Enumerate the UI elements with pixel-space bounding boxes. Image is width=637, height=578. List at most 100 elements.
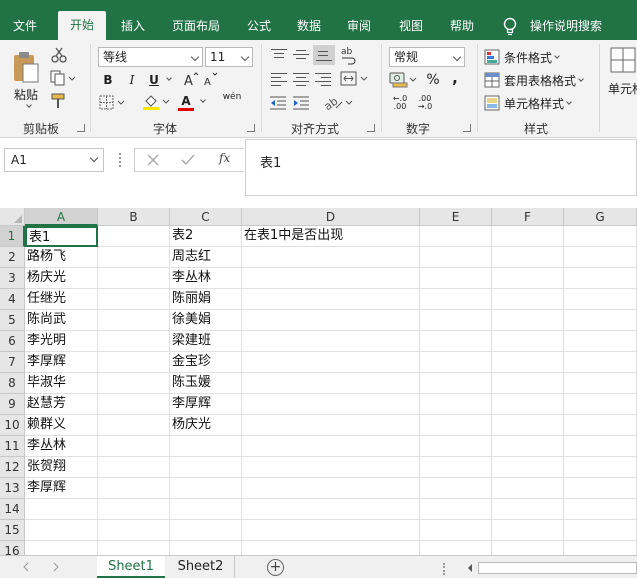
decrease-indent-icon[interactable] [270, 95, 288, 111]
cell-g3[interactable] [564, 268, 637, 289]
row-header-2[interactable]: 2 [0, 247, 25, 268]
cell-b8[interactable] [98, 373, 170, 394]
cell-d2[interactable] [242, 247, 420, 268]
cell-b4[interactable] [98, 289, 170, 310]
number-format-select[interactable]: 常规 [389, 47, 465, 67]
cell-f4[interactable] [492, 289, 564, 310]
font-size-select[interactable]: 11 [205, 47, 253, 67]
align-left-icon[interactable] [271, 72, 287, 86]
cell-a3[interactable]: 杨庆光 [25, 268, 98, 289]
column-header-f[interactable]: F [492, 208, 564, 226]
column-header-c[interactable]: C [170, 208, 242, 226]
increase-indent-icon[interactable] [293, 95, 311, 111]
cell-b12[interactable] [98, 457, 170, 478]
cell-a16[interactable] [25, 541, 98, 555]
tab-split-grip[interactable] [443, 563, 445, 575]
format-as-table-button[interactable]: 套用表格格式 [484, 71, 584, 89]
tab-view[interactable]: 视图 [390, 13, 432, 40]
cell-f5[interactable] [492, 310, 564, 331]
cell-f2[interactable] [492, 247, 564, 268]
cell-b15[interactable] [98, 520, 170, 541]
cell-g2[interactable] [564, 247, 637, 268]
align-middle-icon[interactable] [293, 48, 309, 62]
clipboard-launcher-icon[interactable] [77, 124, 85, 132]
cell-b11[interactable] [98, 436, 170, 457]
cell-c3[interactable]: 李丛林 [170, 268, 242, 289]
comma-button[interactable]: , [448, 69, 462, 87]
formula-bar-grip[interactable] [119, 153, 121, 167]
row-header-12[interactable]: 12 [0, 457, 25, 478]
row-header-8[interactable]: 8 [0, 373, 25, 394]
cell-f7[interactable] [492, 352, 564, 373]
cell-c2[interactable]: 周志红 [170, 247, 242, 268]
hscroll-left-icon[interactable] [464, 562, 476, 574]
cell-d6[interactable] [242, 331, 420, 352]
cell-f10[interactable] [492, 415, 564, 436]
bold-button[interactable]: B [100, 71, 116, 89]
orientation-icon[interactable]: ab [322, 94, 354, 112]
cell-g8[interactable] [564, 373, 637, 394]
horizontal-scrollbar[interactable] [478, 562, 637, 574]
cut-icon[interactable] [50, 47, 68, 63]
row-header-15[interactable]: 15 [0, 520, 25, 541]
cell-b6[interactable] [98, 331, 170, 352]
cell-d5[interactable] [242, 310, 420, 331]
tab-formulas[interactable]: 公式 [238, 13, 280, 40]
cell-e11[interactable] [420, 436, 492, 457]
cell-e7[interactable] [420, 352, 492, 373]
cell-e3[interactable] [420, 268, 492, 289]
underline-dropdown-arrow[interactable] [166, 75, 172, 81]
cell-g6[interactable] [564, 331, 637, 352]
cell-e8[interactable] [420, 373, 492, 394]
cell-c15[interactable] [170, 520, 242, 541]
row-header-3[interactable]: 3 [0, 268, 25, 289]
cell-b14[interactable] [98, 499, 170, 520]
format-painter-icon[interactable] [50, 93, 68, 109]
cell-d15[interactable] [242, 520, 420, 541]
number-launcher-icon[interactable] [463, 124, 471, 132]
tab-file[interactable]: 文件 [0, 13, 50, 40]
cell-d9[interactable] [242, 394, 420, 415]
column-header-e[interactable]: E [420, 208, 492, 226]
cell-c10[interactable]: 杨庆光 [170, 415, 242, 436]
align-right-icon[interactable] [315, 72, 331, 86]
paste-button[interactable]: 粘贴 [8, 46, 44, 106]
column-header-b[interactable]: B [98, 208, 170, 226]
row-header-10[interactable]: 10 [0, 415, 25, 436]
cell-b10[interactable] [98, 415, 170, 436]
sheet-tab-sheet1[interactable]: Sheet1 [97, 556, 165, 578]
cell-e5[interactable] [420, 310, 492, 331]
cell-c7[interactable]: 金宝珍 [170, 352, 242, 373]
copy-icon[interactable] [50, 70, 76, 86]
cell-f1[interactable] [492, 226, 564, 247]
row-header-4[interactable]: 4 [0, 289, 25, 310]
cell-g16[interactable] [564, 541, 637, 555]
decrease-decimal-button[interactable]: .00 →.0 [414, 94, 436, 112]
cell-f3[interactable] [492, 268, 564, 289]
font-size-grow-shrink-icon[interactable]: A A [184, 72, 220, 88]
cell-a4[interactable]: 任继光 [25, 289, 98, 310]
tab-page-layout[interactable]: 页面布局 [162, 13, 230, 40]
cell-c16[interactable] [170, 541, 242, 555]
cell-d13[interactable] [242, 478, 420, 499]
cell-c12[interactable] [170, 457, 242, 478]
cell-d10[interactable] [242, 415, 420, 436]
cell-f13[interactable] [492, 478, 564, 499]
column-header-d[interactable]: D [242, 208, 420, 226]
cell-g12[interactable] [564, 457, 637, 478]
row-header-7[interactable]: 7 [0, 352, 25, 373]
cell-f8[interactable] [492, 373, 564, 394]
cell-a5[interactable]: 陈尚武 [25, 310, 98, 331]
cell-e9[interactable] [420, 394, 492, 415]
font-name-select[interactable]: 等线 [98, 47, 203, 67]
cell-g1[interactable] [564, 226, 637, 247]
align-center-icon[interactable] [293, 72, 309, 86]
cell-a13[interactable]: 李厚辉 [25, 478, 98, 499]
alignment-launcher-icon[interactable] [367, 124, 375, 132]
italic-button[interactable]: I [124, 71, 140, 89]
cell-a6[interactable]: 李光明 [25, 331, 98, 352]
row-header-14[interactable]: 14 [0, 499, 25, 520]
cells-icon[interactable] [609, 46, 637, 76]
percent-button[interactable]: % [424, 71, 442, 89]
cell-g15[interactable] [564, 520, 637, 541]
